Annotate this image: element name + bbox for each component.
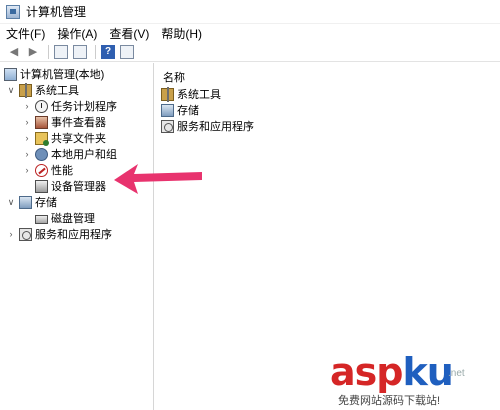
computer-icon: [4, 67, 17, 81]
tree-item-device-manager[interactable]: 设备管理器: [35, 178, 106, 194]
disk-icon: [35, 214, 48, 224]
chevron-right-icon[interactable]: ›: [22, 117, 32, 127]
tree-item-label: 磁盘管理: [51, 213, 95, 225]
tree-item-storage[interactable]: ∨ 存储: [6, 194, 57, 210]
event-viewer-icon: [35, 115, 48, 129]
tree-item-disk-management[interactable]: 磁盘管理: [35, 210, 95, 226]
export-list-button[interactable]: [72, 44, 88, 60]
chevron-down-icon[interactable]: ∨: [6, 85, 16, 96]
help-icon: ?: [101, 44, 115, 59]
menu-file[interactable]: 文件(F): [6, 25, 45, 42]
toolbar-separator: [48, 44, 49, 59]
list-item[interactable]: 系统工具: [161, 86, 221, 102]
menu-help[interactable]: 帮助(H): [161, 25, 202, 42]
export-list-icon: [73, 44, 87, 59]
properties-icon: [120, 44, 134, 59]
tree-item-label: 事件查看器: [51, 117, 106, 129]
watermark-accent: ku: [402, 350, 453, 394]
list-item-label: 存储: [177, 105, 199, 117]
storage-icon: [19, 195, 32, 209]
back-arrow-icon[interactable]: ◀: [6, 44, 22, 60]
list-item-label: 系统工具: [177, 89, 221, 101]
chevron-down-icon[interactable]: ∨: [6, 197, 16, 208]
chevron-right-icon[interactable]: ›: [22, 149, 32, 159]
tree-item-label: 性能: [51, 165, 73, 177]
help-button[interactable]: ?: [100, 44, 116, 60]
storage-icon: [161, 103, 174, 117]
annotation-arrow-shape: [114, 164, 202, 194]
tree-item-label: 计算机管理(本地): [20, 69, 105, 81]
toolbar-separator: [95, 44, 96, 59]
tree-item-root[interactable]: 计算机管理(本地): [4, 66, 104, 82]
list-item[interactable]: 服务和应用程序: [161, 118, 254, 134]
window-title: 计算机管理: [26, 5, 87, 19]
watermark-main: asp: [330, 350, 403, 394]
console-tree: 计算机管理(本地) ∨ 系统工具 › 任务计划程序 › 事件查看器 › 共享文件…: [0, 63, 154, 410]
device-manager-icon: [35, 179, 48, 193]
watermark-logo: aspku: [330, 350, 454, 394]
show-hide-tree-button[interactable]: [53, 44, 69, 60]
performance-icon: [35, 163, 48, 177]
services-icon: [19, 227, 32, 241]
tree-item-label: 设备管理器: [51, 181, 106, 193]
tree-item-shared-folders[interactable]: › 共享文件夹: [22, 130, 106, 146]
tree-item-label: 系统工具: [35, 85, 79, 97]
watermark-subtitle: 免费网站源码下载站!: [338, 395, 441, 407]
tools-icon: [161, 86, 174, 102]
watermark-net: .net: [448, 368, 465, 379]
forward-arrow-icon[interactable]: ▶: [25, 44, 41, 60]
shared-folder-icon: [35, 131, 49, 146]
tree-item-event-viewer[interactable]: › 事件查看器: [22, 114, 106, 130]
column-header-name[interactable]: 名称: [163, 69, 185, 85]
list-item-label: 服务和应用程序: [177, 121, 254, 133]
clock-icon: [35, 99, 48, 113]
menu-bar: 文件(F) 操作(A) 查看(V) 帮助(H): [0, 24, 500, 42]
tree-item-services-apps[interactable]: › 服务和应用程序: [6, 226, 112, 242]
services-icon: [161, 119, 174, 133]
tree-item-label: 任务计划程序: [51, 101, 117, 113]
title-bar: 计算机管理: [0, 0, 500, 24]
chevron-right-icon[interactable]: ›: [6, 229, 16, 239]
toolbar: ◀ ▶ ?: [0, 42, 500, 62]
tools-icon: [19, 82, 32, 98]
annotation-arrow: [114, 164, 202, 194]
menu-action[interactable]: 操作(A): [57, 25, 97, 42]
tree-item-label: 共享文件夹: [51, 133, 106, 145]
console-tree-icon: [54, 44, 68, 59]
chevron-right-icon[interactable]: ›: [22, 133, 32, 143]
users-icon: [35, 147, 48, 161]
tree-item-task-scheduler[interactable]: › 任务计划程序: [22, 98, 117, 114]
tree-item-label: 本地用户和组: [51, 149, 117, 161]
list-item[interactable]: 存储: [161, 102, 199, 118]
menu-view[interactable]: 查看(V): [109, 25, 149, 42]
tree-item-label: 服务和应用程序: [35, 229, 112, 241]
properties-button[interactable]: [119, 44, 135, 60]
computer-management-icon: [6, 4, 20, 19]
watermark: aspku .net 免费网站源码下载站!: [330, 352, 500, 410]
chevron-right-icon[interactable]: ›: [22, 165, 32, 175]
tree-item-system-tools[interactable]: ∨ 系统工具: [6, 82, 79, 98]
chevron-right-icon[interactable]: ›: [22, 101, 32, 111]
tree-item-local-users[interactable]: › 本地用户和组: [22, 146, 117, 162]
tree-item-performance[interactable]: › 性能: [22, 162, 73, 178]
tree-item-label: 存储: [35, 197, 57, 209]
